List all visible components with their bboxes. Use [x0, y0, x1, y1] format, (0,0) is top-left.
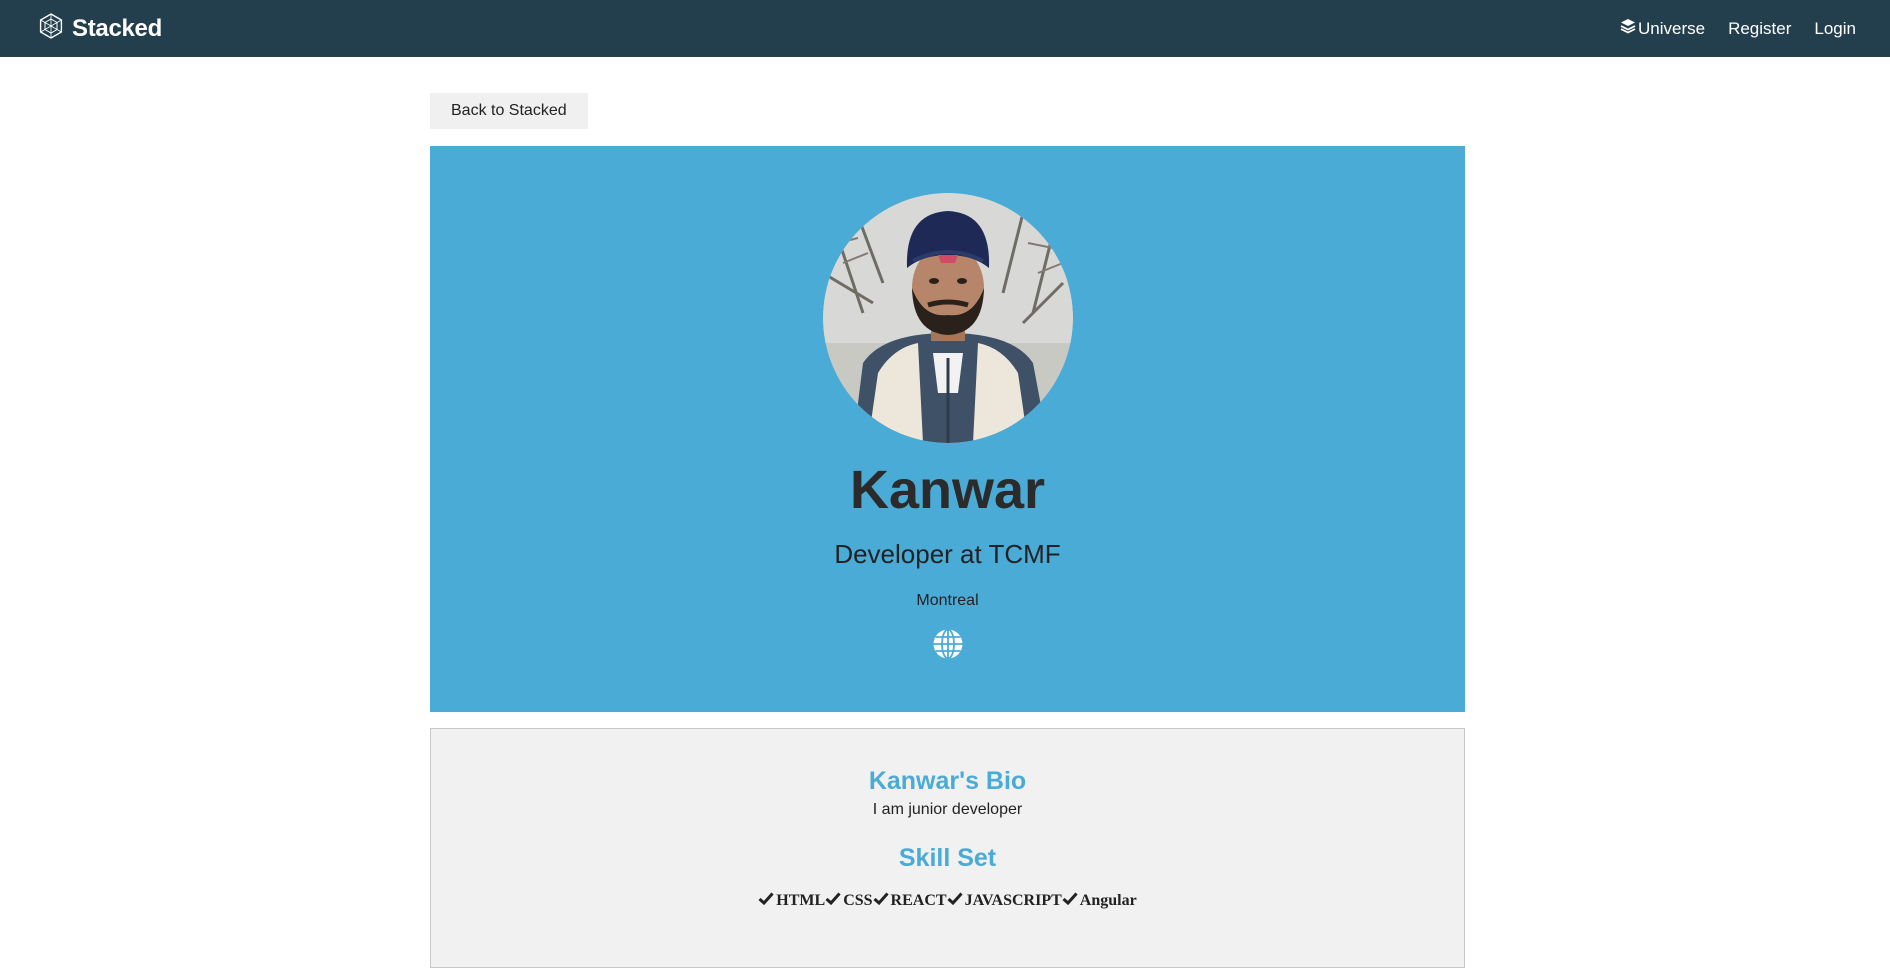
profile-location: Montreal: [916, 592, 979, 609]
avatar: [822, 193, 1073, 443]
nav-link-register-label: Register: [1728, 18, 1792, 38]
skill-label: REACT: [890, 892, 947, 909]
skill-item: HTML: [758, 892, 825, 910]
profile-name: Kanwar: [849, 460, 1046, 520]
skill-label: CSS: [843, 892, 873, 909]
nav-link-universe-label: Universe: [1637, 18, 1706, 38]
skill-item: Angular: [1062, 892, 1137, 910]
bio-heading: Kanwar's Bio: [868, 767, 1027, 795]
back-button[interactable]: Back to Stacked: [430, 93, 588, 129]
nav-links: Universe Register Login: [1620, 18, 1856, 39]
nav-link-universe[interactable]: Universe: [1620, 18, 1705, 39]
navbar: Stacked Universe Register Login: [0, 0, 1890, 57]
profile-container: Back to Stacked Kanwar Developer at TCMF…: [430, 93, 1465, 968]
skill-item: CSS: [825, 892, 873, 910]
profile-title: Developer at TCMF: [834, 539, 1061, 569]
stacked-logo-icon: [38, 13, 64, 44]
check-icon: [758, 892, 776, 910]
profile-about: Kanwar's Bio I am junior developer Skill…: [430, 728, 1465, 968]
brand-link[interactable]: Stacked: [38, 13, 162, 44]
check-icon: [873, 892, 891, 910]
website-link[interactable]: [932, 628, 964, 665]
skill-label: JAVASCRIPT: [964, 892, 1062, 909]
skills-list: HTML CSS REACT JAVASCRIPT Angular: [758, 892, 1137, 910]
nav-link-login-label: Login: [1814, 18, 1856, 38]
profile-top: Kanwar Developer at TCMF Montreal: [430, 146, 1465, 712]
bio-text: I am junior developer: [872, 801, 1023, 818]
check-icon: [825, 892, 843, 910]
layers-icon: [1620, 18, 1636, 39]
skills-heading: Skill Set: [898, 844, 997, 872]
skill-label: HTML: [776, 892, 826, 909]
check-icon: [1062, 892, 1080, 910]
skill-item: REACT: [873, 892, 947, 910]
nav-link-login[interactable]: Login: [1814, 19, 1856, 39]
brand-name: Stacked: [72, 14, 162, 42]
skill-label: Angular: [1079, 892, 1137, 909]
nav-link-register[interactable]: Register: [1728, 19, 1791, 39]
check-icon: [947, 892, 965, 910]
globe-icon: [932, 628, 964, 664]
skill-item: JAVASCRIPT: [947, 892, 1062, 910]
